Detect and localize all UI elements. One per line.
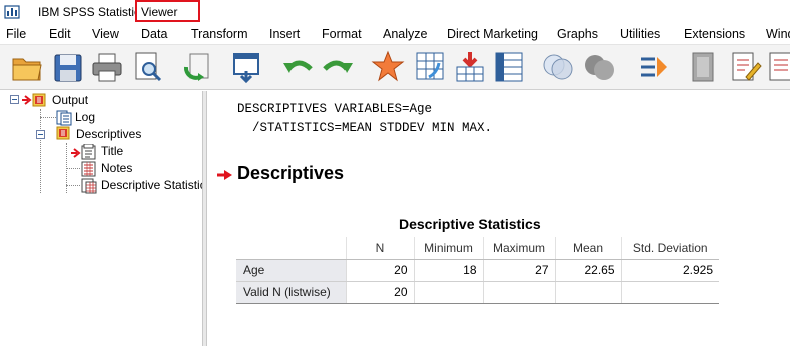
syntax-line: DESCRIPTIVES VARIABLES=Age <box>237 102 433 116</box>
table-cell: 20 <box>345 281 414 304</box>
export-icon[interactable] <box>180 49 214 85</box>
selection-arrow-icon <box>71 147 81 158</box>
undo-icon[interactable] <box>281 49 315 85</box>
table-header-cell: Std. Deviation <box>620 237 719 260</box>
syntax-line: /STATISTICS=MEAN STDDEV MIN MAX. <box>237 121 493 135</box>
menu-direct-marketing[interactable]: Direct Marketing <box>447 27 538 41</box>
table-header-cell: Maximum <box>482 237 555 260</box>
syntax-log: DESCRIPTIVES VARIABLES=Age /STATISTICS=M… <box>237 100 492 138</box>
table-cell <box>413 281 483 304</box>
toolbar <box>0 45 790 90</box>
collapse-toggle-icon[interactable] <box>10 95 19 104</box>
tree-connector <box>66 185 80 186</box>
print-preview-icon[interactable] <box>131 49 165 85</box>
table-cell: 22.65 <box>554 259 621 282</box>
table-header-cell: Mean <box>554 237 621 260</box>
menu-view[interactable]: View <box>92 27 119 41</box>
menu-data[interactable]: Data <box>141 27 167 41</box>
output-book-icon <box>32 93 48 109</box>
show-all-icon[interactable] <box>687 49 721 85</box>
script-icon[interactable] <box>728 49 762 85</box>
selection-arrow-icon <box>22 94 32 105</box>
row-header-cell: Age <box>236 259 346 282</box>
log-icon <box>56 110 72 126</box>
table-cell: 27 <box>482 259 555 282</box>
menu-graphs[interactable]: Graphs <box>557 27 598 41</box>
table-header-row: N Minimum Maximum Mean Std. Deviation <box>236 237 719 260</box>
window-title: IBM SPSS Statistics <box>38 5 147 19</box>
descriptive-statistics-table[interactable]: N Minimum Maximum Mean Std. Deviation Ag… <box>236 237 719 304</box>
gray-circles-icon[interactable] <box>582 49 616 85</box>
spss-app-icon <box>4 4 20 20</box>
table-cell: 18 <box>413 259 483 282</box>
title-bar: IBM SPSS Statistics Viewer <box>0 0 790 24</box>
menu-insert[interactable]: Insert <box>269 27 300 41</box>
tree-connector <box>40 117 56 118</box>
variables-icon[interactable] <box>492 49 526 85</box>
window-title-highlight: Viewer <box>135 0 200 22</box>
outline-pane: Output Log Descriptives Title Notes Desc… <box>0 91 202 346</box>
row-header-cell: Valid N (listwise) <box>236 281 346 304</box>
designate-window-icon[interactable] <box>637 49 671 85</box>
descriptives-book-icon <box>56 126 72 142</box>
table-header-cell: Minimum <box>413 237 483 260</box>
table-header-cell <box>236 237 346 260</box>
open-folder-icon[interactable] <box>10 49 44 85</box>
table-cell <box>554 281 621 304</box>
table-caption: Descriptive Statistics <box>399 216 541 232</box>
tree-item-output[interactable]: Output <box>52 93 88 107</box>
recall-dialog-icon[interactable] <box>230 49 264 85</box>
output-content-pane: DESCRIPTIVES VARIABLES=Age /STATISTICS=M… <box>207 91 790 346</box>
tree-item-log[interactable]: Log <box>75 110 95 124</box>
redo-icon[interactable] <box>321 49 355 85</box>
collapse-toggle-icon[interactable] <box>36 130 45 139</box>
tree-connector <box>40 109 41 193</box>
print-icon[interactable] <box>90 49 124 85</box>
table-cell <box>620 281 719 304</box>
table-cell: 2.925 <box>620 259 719 282</box>
goto-variable-icon[interactable] <box>453 49 487 85</box>
menu-bar: File Edit View Data Transform Insert For… <box>0 24 790 45</box>
section-arrow-icon <box>217 169 233 181</box>
title-icon <box>81 143 97 160</box>
menu-utilities[interactable]: Utilities <box>620 27 660 41</box>
goto-case-icon[interactable] <box>413 49 447 85</box>
notes-tree-icon <box>81 161 97 177</box>
table-row: Valid N (listwise) 20 <box>236 281 719 304</box>
menu-transform[interactable]: Transform <box>191 27 248 41</box>
table-cell: 20 <box>345 259 414 282</box>
tree-item-title[interactable]: Title <box>101 144 123 158</box>
menu-file[interactable]: File <box>6 27 26 41</box>
save-icon[interactable] <box>51 49 85 85</box>
table-header-cell: N <box>345 237 414 260</box>
tree-item-descriptive-statistics[interactable]: Descriptive Statistics <box>101 178 202 192</box>
menu-analyze[interactable]: Analyze <box>383 27 427 41</box>
menu-window[interactable]: Window <box>766 27 790 41</box>
menu-edit[interactable]: Edit <box>49 27 71 41</box>
menu-format[interactable]: Format <box>322 27 362 41</box>
notes-icon[interactable] <box>766 49 790 85</box>
goto-data-icon[interactable] <box>371 49 405 85</box>
tree-item-notes[interactable]: Notes <box>101 161 132 175</box>
venn-icon[interactable] <box>541 49 575 85</box>
tree-connector <box>66 168 80 169</box>
table-tree-icon <box>81 178 97 194</box>
section-title: Descriptives <box>237 163 345 183</box>
table-cell <box>482 281 555 304</box>
tree-item-descriptives[interactable]: Descriptives <box>76 127 141 141</box>
menu-extensions[interactable]: Extensions <box>684 27 745 41</box>
table-row: Age 20 18 27 22.65 2.925 <box>236 259 719 282</box>
